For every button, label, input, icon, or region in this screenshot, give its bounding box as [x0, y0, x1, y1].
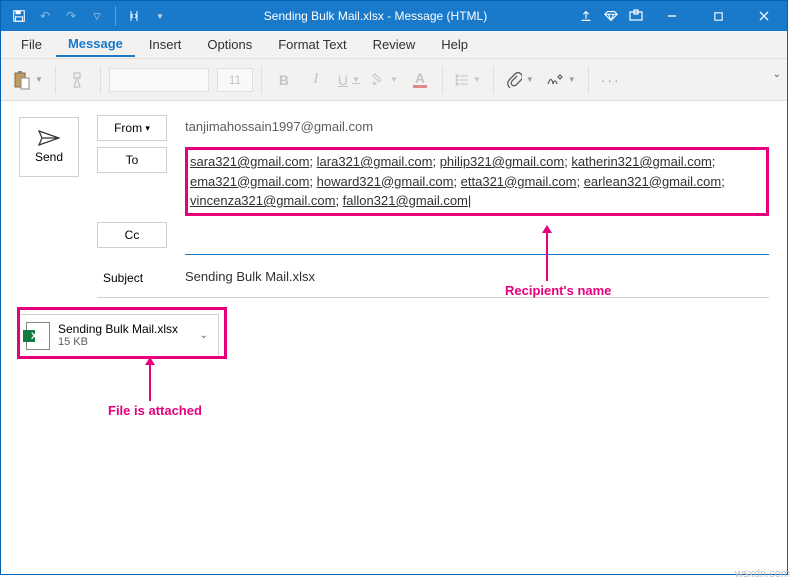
separator [100, 66, 101, 94]
text-cursor: | [468, 193, 471, 208]
to-button[interactable]: To [97, 147, 167, 173]
subject-label: Subject [103, 265, 173, 291]
watermark: wsxdn.com [735, 568, 790, 580]
excel-file-icon: X [26, 322, 50, 350]
tab-message[interactable]: Message [56, 32, 135, 57]
attachment-name: Sending Bulk Mail.xlsx [58, 322, 196, 336]
title-bar: ↶ ↷ ▽ ▼ Sending Bulk Mail.xlsx - Message… [1, 1, 787, 31]
tab-options[interactable]: Options [195, 33, 264, 56]
cc-button[interactable]: Cc [97, 222, 167, 248]
tab-review[interactable]: Review [361, 33, 428, 56]
attach-file-button[interactable]: ▼ [502, 66, 538, 94]
from-button[interactable]: From ▾ [97, 115, 167, 141]
compose-area: Send From ▾ tanjimahossain1997@gmail.com… [1, 101, 787, 358]
ribbon-tabs: File Message Insert Options Format Text … [1, 31, 787, 59]
annotation-arrow [546, 231, 548, 281]
send-button[interactable]: Send [19, 117, 79, 177]
cc-field[interactable] [185, 222, 769, 230]
attachment-size: 15 KB [58, 336, 196, 349]
collapse-ribbon-icon[interactable]: ⌄ [773, 69, 781, 80]
tab-format-text[interactable]: Format Text [266, 33, 358, 56]
paste-button[interactable]: ▼ [9, 66, 47, 94]
divider [185, 254, 769, 255]
recipient-address[interactable]: fallon321@gmail.com [343, 193, 468, 208]
font-color-button[interactable]: A [406, 66, 434, 94]
to-field[interactable]: sara321@gmail.com; lara321@gmail.com; ph… [185, 147, 769, 216]
annotation-recipients: Recipient's name [505, 283, 611, 298]
recipient-address[interactable]: howard321@gmail.com [317, 174, 454, 189]
window-title: Sending Bulk Mail.xlsx - Message (HTML) [172, 9, 579, 23]
send-label: Send [35, 150, 63, 164]
maximize-button[interactable] [695, 1, 741, 31]
touch-mode-icon[interactable] [122, 4, 146, 28]
close-button[interactable] [741, 1, 787, 31]
attachment-chip[interactable]: X Sending Bulk Mail.xlsx 15 KB ⌄ [19, 314, 219, 358]
save-icon[interactable] [7, 4, 31, 28]
underline-button[interactable]: U▼ [334, 66, 364, 94]
format-painter-icon[interactable] [64, 66, 92, 94]
separator [442, 66, 443, 94]
minimize-button[interactable] [649, 1, 695, 31]
separator [261, 66, 262, 94]
qat-dropdown-icon[interactable]: ▼ [148, 4, 172, 28]
tab-help[interactable]: Help [429, 33, 480, 56]
recipient-address[interactable]: earlean321@gmail.com [584, 174, 722, 189]
redo-icon[interactable]: ↷ [59, 4, 83, 28]
recipient-address[interactable]: lara321@gmail.com [317, 154, 433, 169]
annotation-file: File is attached [108, 403, 202, 418]
separator [115, 6, 116, 26]
from-value[interactable]: tanjimahossain1997@gmail.com [185, 115, 769, 138]
recipient-address[interactable]: philip321@gmail.com [440, 154, 564, 169]
divider [97, 297, 769, 298]
recipient-address[interactable]: katherin321@gmail.com [571, 154, 711, 169]
tab-file[interactable]: File [9, 33, 54, 56]
qat-dropdown-icon[interactable]: ▽ [85, 4, 109, 28]
separator [493, 66, 494, 94]
undo-icon[interactable]: ↶ [33, 4, 57, 28]
font-name-selector[interactable] [109, 68, 209, 92]
app-launcher-icon[interactable] [629, 9, 643, 23]
outlook-compose-window: ↶ ↷ ▽ ▼ Sending Bulk Mail.xlsx - Message… [0, 0, 788, 575]
ribbon-toolbar: ▼ 11 B I U▼ ▼ A ▼ ▼ ▼ ··· [1, 59, 787, 101]
bold-button[interactable]: B [270, 66, 298, 94]
recipient-address[interactable]: vincenza321@gmail.com [190, 193, 335, 208]
upload-icon[interactable] [579, 9, 593, 23]
recipient-address[interactable]: ema321@gmail.com [190, 174, 309, 189]
recipient-address[interactable]: etta321@gmail.com [461, 174, 577, 189]
subject-field[interactable]: Sending Bulk Mail.xlsx [185, 265, 769, 288]
premium-icon[interactable] [603, 9, 619, 23]
signature-button[interactable]: ▼ [542, 66, 580, 94]
italic-button[interactable]: I [302, 66, 330, 94]
separator [588, 66, 589, 94]
annotation-arrow [149, 363, 151, 401]
highlight-button[interactable]: ▼ [368, 66, 402, 94]
recipient-address[interactable]: sara321@gmail.com [190, 154, 309, 169]
tab-insert[interactable]: Insert [137, 33, 194, 56]
separator [55, 66, 56, 94]
more-options-button[interactable]: ··· [597, 66, 625, 94]
bullets-button[interactable]: ▼ [451, 66, 485, 94]
font-size-selector[interactable]: 11 [217, 68, 253, 92]
attachment-dropdown-icon[interactable]: ⌄ [196, 330, 212, 341]
